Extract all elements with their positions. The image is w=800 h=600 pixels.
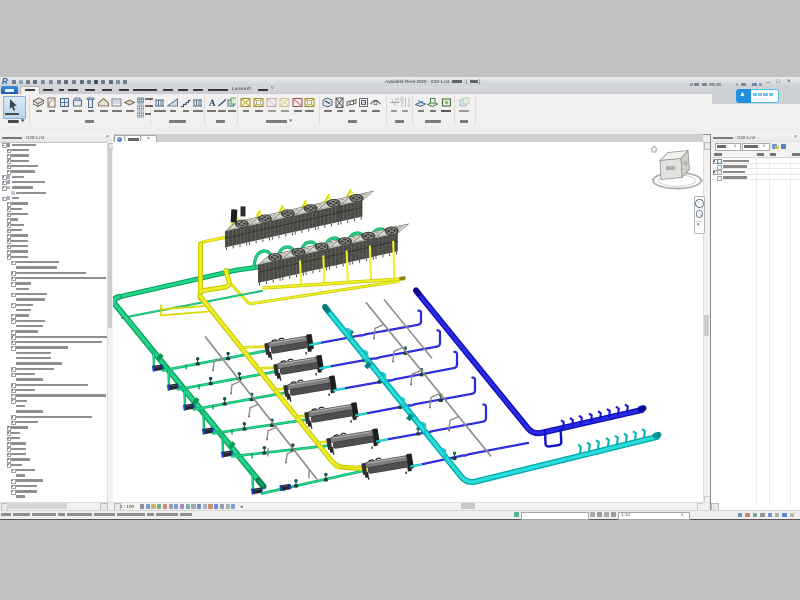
svg-text:A: A xyxy=(209,98,216,108)
